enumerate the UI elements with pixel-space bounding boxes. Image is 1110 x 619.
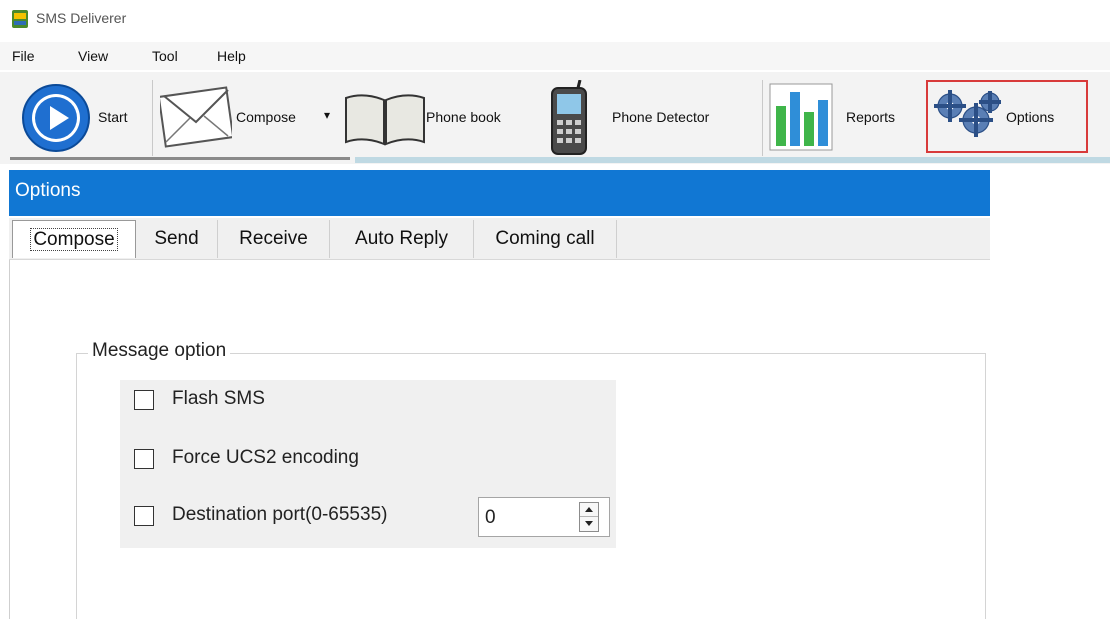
toolbar-divider: [152, 80, 153, 156]
tab-send[interactable]: Send: [136, 220, 218, 258]
compose-label: Compose: [236, 109, 296, 125]
spin-down-button[interactable]: [580, 517, 598, 531]
open-book-icon: [345, 94, 425, 146]
bar-chart-icon: [769, 83, 833, 151]
flash-sms-checkbox[interactable]: [134, 390, 154, 410]
phone-book-label: Phone book: [426, 109, 501, 125]
tab-auto-reply[interactable]: Auto Reply: [330, 220, 474, 258]
mobile-phone-icon: [551, 80, 587, 155]
menu-bar: File View Tool Help: [0, 42, 1110, 70]
compose-button[interactable]: Compose ▾: [158, 76, 342, 160]
menu-view[interactable]: View: [78, 48, 108, 64]
tab-receive[interactable]: Receive: [218, 220, 330, 258]
options-tab-bar: Compose Send Receive Auto Reply Coming c…: [9, 218, 990, 260]
destination-port-checkbox[interactable]: [134, 506, 154, 526]
play-circle-icon: [22, 84, 90, 152]
options-panel-header: Options: [9, 170, 990, 216]
app-logo-icon: [12, 10, 28, 28]
envelope-icon: [160, 86, 232, 148]
arrow-up-icon: [585, 507, 593, 512]
toolbar-bottom-strip: [355, 157, 1110, 163]
window-title: SMS Deliverer: [36, 10, 127, 26]
destination-port-label: Destination port(0-65535): [172, 504, 388, 525]
menu-tool[interactable]: Tool: [152, 48, 178, 64]
toolbar-progress-line: [10, 157, 350, 160]
menu-file[interactable]: File: [12, 48, 35, 64]
message-option-legend: Message option: [88, 340, 231, 362]
panel-title: Options: [15, 180, 81, 201]
reports-label: Reports: [846, 109, 896, 125]
toolbar-divider: [762, 80, 763, 156]
start-button[interactable]: Start: [8, 76, 148, 160]
title-bar: SMS Deliverer: [0, 0, 1110, 38]
phone-detector-button[interactable]: Phone Detector: [540, 76, 760, 160]
spin-buttons: [579, 502, 599, 532]
tab-coming-call[interactable]: Coming call: [474, 220, 617, 258]
options-highlight-box: [926, 80, 1088, 153]
flash-sms-label: Flash SMS: [172, 388, 265, 409]
destination-port-spinbox[interactable]: 0: [478, 497, 610, 537]
phone-book-button[interactable]: Phone book: [344, 76, 534, 160]
phone-detector-label: Phone Detector: [612, 109, 710, 125]
force-ucs2-label: Force UCS2 encoding: [172, 447, 359, 468]
arrow-down-icon: [585, 521, 593, 526]
destination-port-value[interactable]: 0: [485, 507, 496, 529]
chevron-down-icon[interactable]: ▾: [324, 108, 330, 122]
reports-button[interactable]: Reports: [766, 76, 916, 160]
tab-compose[interactable]: Compose: [12, 220, 136, 258]
spin-up-button[interactable]: [580, 503, 598, 517]
start-label: Start: [98, 109, 128, 125]
menu-help[interactable]: Help: [217, 48, 246, 64]
force-ucs2-checkbox[interactable]: [134, 449, 154, 469]
